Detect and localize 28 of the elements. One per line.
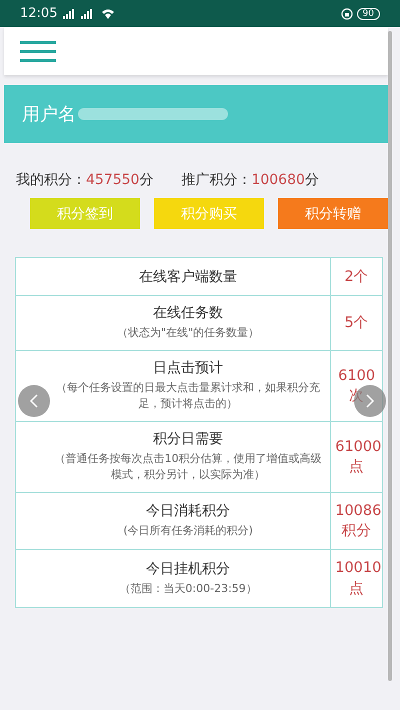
stat-value-cell: 10010点: [330, 550, 382, 608]
stat-note: （状态为"在线"的任务数量）: [116, 325, 260, 342]
chevron-right-icon: [365, 393, 375, 409]
wifi-icon: [101, 8, 116, 20]
stat-value-cell: 10086积分: [330, 492, 382, 550]
stat-value-cell: 2个: [330, 258, 382, 296]
stat-title: 日点击预计: [152, 358, 224, 377]
stat-title: 积分日需要: [152, 430, 224, 448]
stat-title: 在线客户端数量: [138, 268, 238, 286]
points-summary: 我的积分：457550分: [16, 171, 154, 189]
stat-value-cell: 5个: [330, 296, 382, 350]
stat-value-cell: 61000点: [330, 421, 382, 492]
lock-icon: [340, 8, 353, 20]
username-label: 用户名: [22, 103, 76, 126]
stat-title: 今日消耗积分: [145, 502, 232, 520]
chevron-left-icon: [29, 393, 39, 409]
points-summary: 推广积分：100680分: [181, 171, 319, 189]
status-time: 12:05: [20, 6, 58, 21]
stat-title: 今日挂机积分: [145, 560, 232, 578]
battery-level: 90: [356, 8, 380, 20]
stat-note: （每个任务设置的日最大点击量累计求和，如果积分充足，预计将点击的）: [55, 380, 322, 412]
stat-note: （范围：当天0:00-23:59）: [118, 580, 258, 597]
stat-title: 在线任务数: [152, 304, 224, 322]
points-action-button[interactable]: 积分签到: [30, 198, 140, 229]
stat-note: (今日所有任务消耗的积分): [122, 523, 254, 540]
stat-note: （普通任务按每次点击10积分估算，使用了增值或高级模式，积分另计，以实际为准）: [54, 450, 323, 484]
points-action-button[interactable]: 积分转赠: [278, 198, 388, 229]
points-action-button[interactable]: 积分购买: [154, 198, 264, 229]
